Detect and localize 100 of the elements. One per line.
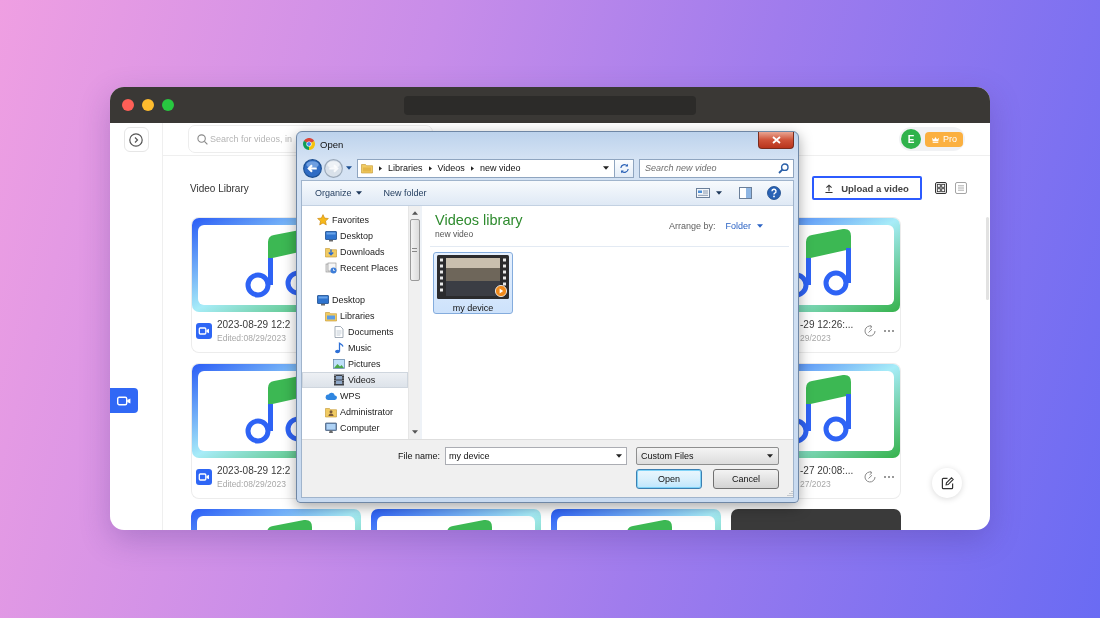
change-view-icon[interactable]	[696, 188, 710, 198]
dropdown-caret-icon[interactable]	[603, 166, 609, 170]
history-caret-icon[interactable]	[346, 166, 352, 170]
library-heading: Videos library	[435, 212, 523, 229]
arrange-by-label: Arrange by:	[668, 221, 716, 231]
download-folder-icon	[325, 246, 337, 258]
nav-tree-item[interactable]: Videos	[302, 372, 408, 388]
video-card[interactable]: 2023-08-29 12:2 Edited:08/29/2023	[191, 363, 296, 499]
close-icon	[771, 136, 781, 144]
scrollbar-thumb[interactable]	[986, 217, 989, 300]
upload-icon	[825, 183, 834, 193]
library-title: Video Library	[190, 182, 249, 194]
search-field[interactable]: Search new video	[639, 158, 794, 178]
arrange-by-dropdown[interactable]: Folder	[725, 221, 763, 231]
video-file-icon	[196, 323, 212, 339]
breadcrumb-item[interactable]: Libraries	[388, 163, 423, 173]
default-button[interactable]: Open	[636, 469, 702, 489]
audio-thumbnail-drawing[interactable]	[551, 509, 721, 530]
view-options-caret-icon[interactable]	[716, 191, 722, 195]
cloud-icon	[325, 390, 337, 402]
dropdown-caret-icon[interactable]	[616, 454, 622, 458]
dialog-title: Open	[320, 138, 344, 150]
picture-icon	[333, 358, 345, 370]
nav-tree-item[interactable]: Desktop	[302, 292, 408, 308]
scroll-down-arrow-icon[interactable]	[411, 430, 418, 434]
help-icon[interactable]	[767, 186, 781, 200]
audio-thumbnail-drawing[interactable]	[371, 509, 541, 530]
breadcrumb-arrow-icon[interactable]	[379, 165, 382, 171]
nav-tree-item[interactable]: WPS	[302, 388, 408, 404]
close-window-icon[interactable]	[122, 99, 134, 111]
scroll-up-arrow-icon[interactable]	[411, 211, 418, 215]
file-name-label: File name:	[397, 451, 440, 461]
maximize-window-icon[interactable]	[162, 99, 174, 111]
upload-video-button[interactable]: Upload a video	[812, 176, 922, 200]
search-icon[interactable]	[778, 162, 789, 174]
dialog-button[interactable]: Cancel	[713, 469, 779, 489]
video-camera-icon	[117, 395, 131, 406]
close-button[interactable]	[758, 132, 794, 149]
minimize-window-icon[interactable]	[142, 99, 154, 111]
file-type-dropdown[interactable]: Custom Files	[636, 447, 779, 465]
scrollbar-thumb[interactable]	[409, 219, 420, 281]
document-icon	[333, 326, 345, 338]
desktop-icon	[317, 294, 329, 306]
film-icon	[333, 374, 345, 386]
video-card[interactable]: 2023-08-29 12:2 Edited:08/29/2023	[191, 217, 296, 353]
video-card[interactable]: -29 12:26:... 29/2023	[799, 217, 901, 353]
edit-icon	[940, 476, 954, 490]
breadcrumb-item[interactable]: new video	[479, 163, 521, 173]
expand-sidebar-button[interactable]	[123, 127, 149, 152]
play-badge-icon	[495, 285, 507, 297]
user-folder-icon	[325, 406, 337, 418]
film-strip-icon	[437, 255, 509, 299]
nav-tree-item[interactable]: Favorites	[302, 212, 408, 228]
breadcrumb-arrow-icon[interactable]	[428, 165, 432, 171]
computer-icon	[325, 422, 337, 434]
nav-tree-item[interactable]: Pictures	[302, 356, 408, 372]
search-icon	[197, 133, 208, 145]
nav-tree-item[interactable]: Recent Places	[302, 260, 408, 276]
refresh-button[interactable]	[615, 158, 634, 178]
video-card[interactable]: -27 20:08:... 27/2023	[799, 363, 901, 499]
grid-view-icon[interactable]	[935, 182, 947, 194]
circular-arrow-icon[interactable]	[864, 471, 876, 483]
breadcrumb-arrow-icon[interactable]	[470, 165, 474, 171]
star-icon	[317, 214, 329, 226]
edited-date: Edited:08/29/2023	[217, 332, 287, 344]
resize-grip-icon[interactable]	[786, 490, 793, 497]
crown-icon	[931, 135, 940, 143]
menu-button[interactable]: Organize	[315, 183, 362, 203]
edited-date: 27/2023	[800, 478, 832, 490]
breadcrumb-item[interactable]: Videos	[437, 163, 465, 173]
video-title: 2023-08-29 12:2	[217, 464, 291, 477]
desktop-icon	[325, 230, 337, 242]
dropdown-caret-icon	[767, 454, 773, 458]
preview-pane-icon[interactable]	[739, 187, 752, 199]
circular-arrow-icon[interactable]	[864, 325, 876, 337]
edited-date: 29/2023	[800, 332, 832, 344]
recent-places-icon	[325, 262, 337, 274]
edit-button[interactable]	[932, 468, 962, 498]
nav-tree-item[interactable]: Documents	[302, 324, 408, 340]
library-subtitle: new video	[435, 229, 475, 240]
chevron-circle-icon	[129, 132, 143, 147]
nav-tree-item[interactable]: Downloads	[302, 244, 408, 260]
nav-tree-item[interactable]: Administrator	[302, 404, 408, 420]
video-thumbnail[interactable]	[731, 509, 901, 530]
library-folder-icon	[325, 310, 337, 322]
nav-tree-item[interactable]: Music	[302, 340, 408, 356]
nav-tree-item[interactable]: Desktop	[302, 228, 408, 244]
app-logo-icon	[303, 138, 315, 150]
video-title: -29 12:26:...	[800, 318, 855, 331]
file-item[interactable]: my device	[433, 252, 513, 314]
nav-scrollbar[interactable]	[408, 206, 420, 439]
videos-tab[interactable]	[110, 388, 138, 413]
audio-thumbnail-drawing[interactable]	[191, 509, 361, 530]
caret-icon	[355, 191, 362, 195]
nav-tree-item[interactable]: Libraries	[302, 308, 408, 324]
toolbar-button[interactable]: New folder	[383, 183, 427, 203]
nav-tree-item[interactable]: Computer	[302, 420, 408, 436]
address-bar[interactable]: Libraries Videos new video	[357, 158, 615, 178]
file-name-field[interactable]: my device	[445, 447, 627, 465]
music-note-icon	[333, 342, 345, 354]
